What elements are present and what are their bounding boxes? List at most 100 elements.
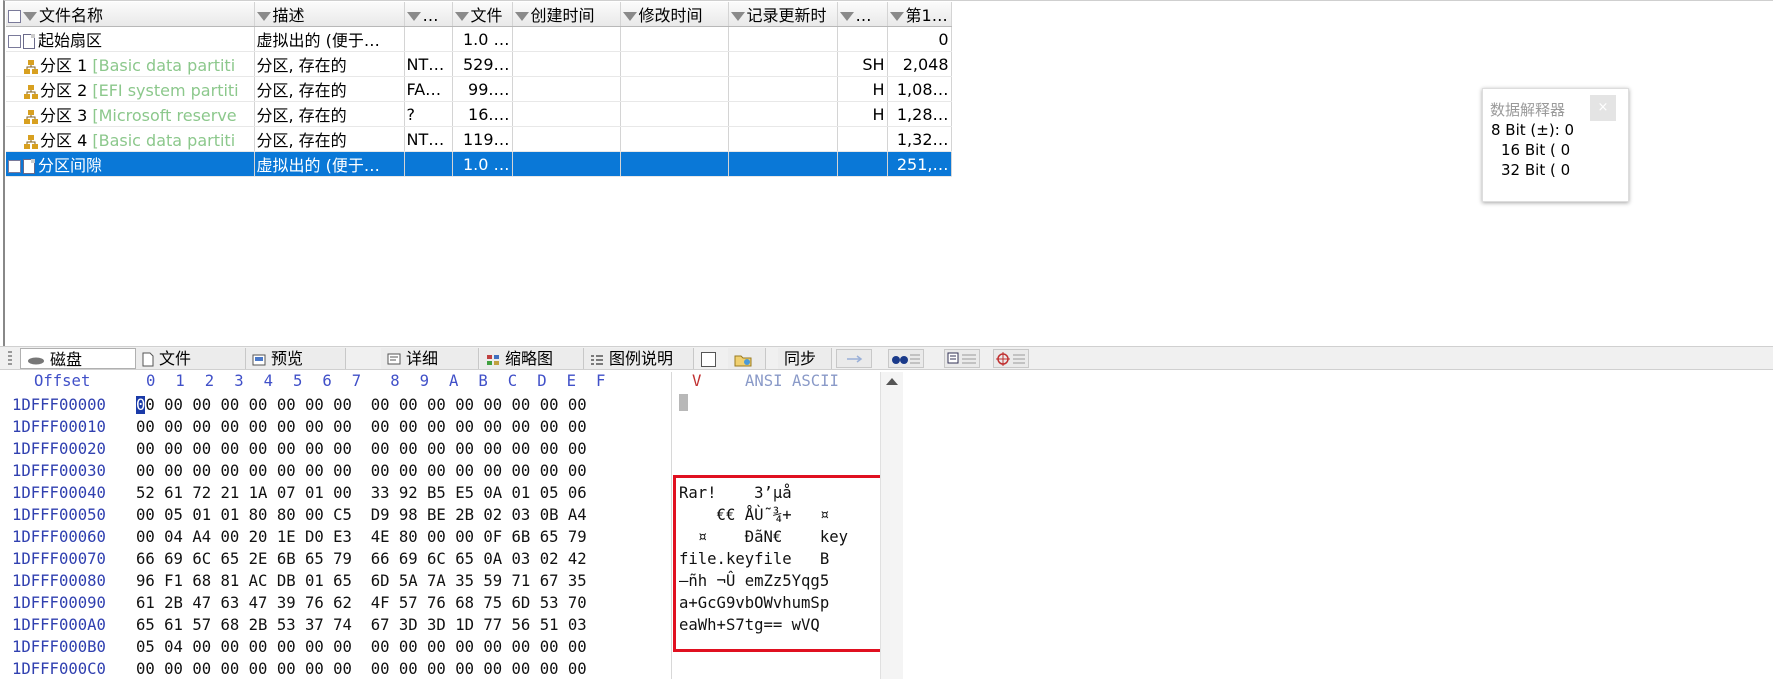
vertical-scrollbar[interactable]	[880, 372, 903, 679]
offset-cell: 1DFFF00040	[12, 484, 106, 502]
column-header[interactable]: 文件	[837, 2, 888, 27]
tab-disk[interactable]: 磁盘	[20, 348, 136, 369]
filter-icon[interactable]	[839, 12, 854, 21]
table-row[interactable]: 分区 1 [Basic data partiti 分区, 存在的 NT… 529… SH…	[6, 51, 952, 77]
close-icon[interactable]: ×	[1590, 95, 1616, 121]
file-name-cell[interactable]: 分区 3 [Microsoft reserve	[6, 101, 255, 127]
hex-row[interactable]: 00 00 00 00 00 00 00 00 00 00 00 00 00 0…	[136, 438, 587, 460]
row-checkbox[interactable]	[8, 35, 21, 48]
created-cell	[512, 51, 621, 77]
file-name-cell[interactable]: 分区间隙	[6, 151, 255, 177]
file-name-cell[interactable]: 起始扇区	[6, 26, 255, 52]
filter-icon[interactable]	[514, 12, 529, 21]
ascii-row[interactable]	[679, 394, 848, 416]
offset-cell: 1DFFF00090	[12, 594, 106, 612]
hex-column-header: 1	[175, 372, 185, 390]
hex-column-header: D	[537, 372, 547, 390]
hex-row[interactable]: 00 00 00 00 00 00 00 00 00 00 00 00 00 0…	[136, 658, 587, 680]
table-row[interactable]: 分区间隙 虚拟出的 (便于… 1.0 … 251,…	[6, 151, 952, 177]
hex-row[interactable]: 65 61 57 68 2B 53 37 74 67 3D 3D 1D 77 5…	[136, 614, 587, 636]
file-name: 分区间隙	[38, 156, 103, 175]
tab-explorer[interactable]	[728, 348, 766, 369]
filter-icon[interactable]	[889, 12, 904, 21]
tab-legend[interactable]: 图例说明	[584, 348, 694, 369]
interpreter-value: 0	[1564, 121, 1575, 139]
column-header[interactable]: 文件	[452, 2, 513, 27]
table-row[interactable]: 分区 4 [Basic data partiti 分区, 存在的 NT… 119… 1,…	[6, 126, 952, 152]
select-all-checkbox[interactable]	[8, 10, 21, 23]
modified-cell	[620, 151, 729, 177]
hex-row[interactable]: 96 F1 68 81 AC DB 01 65 6D 5A 7A 35 59 7…	[136, 570, 587, 592]
target-button[interactable]	[993, 349, 1029, 368]
tab-detail[interactable]: 详细	[381, 348, 479, 369]
scroll-up-icon[interactable]	[886, 378, 898, 385]
ascii-row[interactable]	[679, 658, 848, 680]
modified-cell	[620, 101, 729, 127]
updated-cell	[728, 26, 838, 52]
column-header[interactable]: 记录更新时	[728, 2, 838, 27]
column-header[interactable]: 修改时间	[620, 2, 729, 27]
offset-cell: 1DFFF00060	[12, 528, 106, 546]
filter-icon[interactable]	[23, 12, 37, 21]
table-row[interactable]: 分区 2 [EFI system partiti 分区, 存在的 FA… 99.… H 1…	[6, 76, 952, 102]
file-name-cell[interactable]: 分区 2 [EFI system partiti	[6, 76, 255, 102]
ascii-row[interactable]	[679, 438, 848, 460]
highlight-box	[673, 475, 886, 652]
sync-checkbox[interactable]	[701, 352, 716, 367]
hex-row[interactable]: 00 00 00 00 00 00 00 00 00 00 00 00 00 0…	[136, 416, 587, 438]
filter-icon[interactable]	[622, 12, 637, 21]
table-row[interactable]: 起始扇区 虚拟出的 (便于… 1.0 … 0	[6, 26, 952, 52]
column-header[interactable]: 创建时间	[512, 2, 621, 27]
hex-column-header: 5	[293, 372, 303, 390]
column-header-label: 描述	[272, 6, 305, 25]
interpreter-label: 32 Bit (	[1501, 161, 1561, 179]
table-row[interactable]: 分区 3 [Microsoft reserve 分区, 存在的? 16.… H 1,28…	[6, 101, 952, 127]
preview-icon	[252, 354, 266, 365]
toolbar-grip-handle[interactable]	[8, 351, 12, 367]
hex-row[interactable]: 66 69 6C 65 2E 6B 65 79 66 69 6C 65 0A 0…	[136, 548, 587, 570]
tab-file[interactable]: 文件	[136, 348, 246, 369]
hex-row[interactable]: 52 61 72 21 1A 07 01 00 33 92 B5 E5 0A 0…	[136, 482, 587, 504]
offset-column: 1DFFF00000 1DFFF00010 1DFFF00020 1DFFF00030…	[12, 394, 106, 680]
type-cell: 虚拟出的 (便于…	[254, 151, 405, 177]
hex-row[interactable]: 00 00 00 00 00 00 00 00 00 00 00 00 00 0…	[136, 460, 587, 482]
document-icon	[23, 159, 35, 174]
column-header[interactable]: 第1扇区	[887, 2, 952, 27]
file-name-cell[interactable]: 分区 1 [Basic data partiti	[6, 51, 255, 77]
hex-row[interactable]: 00 00 00 00 00 00 00 00 00 00 00 00 00 0…	[136, 394, 587, 416]
tab-preview[interactable]: 预览	[246, 348, 346, 369]
encoding-label[interactable]: ANSI ASCII	[745, 372, 839, 390]
hex-row[interactable]: 05 04 00 00 00 00 00 00 00 00 00 00 00 0…	[136, 636, 587, 658]
encoding-marker[interactable]: V	[692, 372, 701, 390]
column-header[interactable]: 文件名称	[6, 2, 255, 27]
hex-row[interactable]: 61 2B 47 63 47 39 76 62 4F 57 76 68 75 6…	[136, 592, 587, 614]
updated-cell	[728, 126, 838, 152]
modified-cell	[620, 51, 729, 77]
find-button[interactable]	[888, 349, 924, 368]
arrow-button[interactable]	[836, 349, 872, 368]
hex-row[interactable]: 00 05 01 01 80 80 00 C5 D9 98 BE 2B 02 0…	[136, 504, 587, 526]
folder-icon	[734, 355, 752, 366]
properties-button[interactable]	[944, 349, 980, 368]
fs-cell	[404, 151, 453, 177]
column-header[interactable]: 文件	[404, 2, 453, 27]
file-name-cell[interactable]: 分区 4 [Basic data partiti	[6, 126, 255, 152]
hex-column-header: 7	[351, 372, 362, 390]
filter-icon[interactable]	[256, 12, 271, 21]
filter-icon[interactable]	[730, 12, 745, 21]
hex-row[interactable]: 00 04 A4 00 20 1E D0 E3 4E 80 00 00 0F 6…	[136, 526, 587, 548]
fs-cell: ?	[404, 101, 453, 127]
ascii-row[interactable]	[679, 416, 848, 438]
hex-bytes-area[interactable]: 00 00 00 00 00 00 00 00 00 00 00 00 00 0…	[136, 394, 587, 680]
file-name: 起始扇区	[38, 31, 103, 50]
offset-cell: 1DFFF00050	[12, 506, 106, 524]
tab-thumbnail[interactable]: 缩略图	[480, 348, 584, 369]
hex-cursor[interactable]: 0	[136, 396, 146, 414]
filter-icon[interactable]	[454, 12, 469, 21]
type-cell: 虚拟出的 (便于…	[254, 26, 405, 52]
row-checkbox[interactable]	[8, 160, 21, 173]
filter-icon[interactable]	[406, 12, 421, 21]
interpreter-row: 32 Bit ( 0	[1501, 161, 1570, 179]
column-header[interactable]: 描述	[254, 2, 405, 27]
tab-sync[interactable]: 同步	[778, 348, 832, 369]
